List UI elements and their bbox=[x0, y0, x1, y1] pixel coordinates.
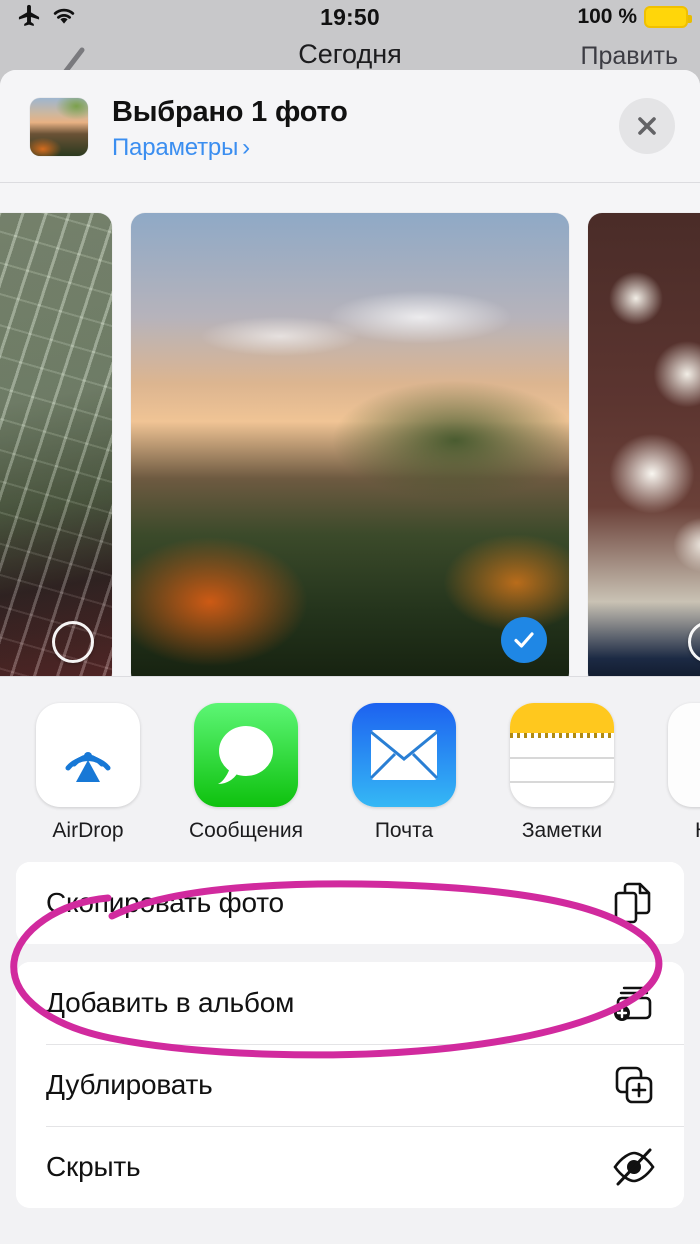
selection-checkmark-selected[interactable] bbox=[501, 617, 547, 663]
notes-line bbox=[510, 757, 614, 759]
action-row-duplicate[interactable]: Дублировать bbox=[16, 1044, 684, 1126]
share-app-airdrop[interactable]: AirDrop bbox=[24, 703, 152, 843]
hide-eye-slash-icon bbox=[610, 1143, 658, 1191]
share-actions: Скопировать фото Добавить в альбом Дубли… bbox=[0, 862, 700, 1208]
thumbnail-image bbox=[30, 98, 88, 156]
status-right-icons: 100 % bbox=[577, 5, 692, 29]
notes-line bbox=[510, 781, 614, 783]
envelope-glyph bbox=[369, 730, 439, 780]
action-group-copy: Скопировать фото bbox=[16, 862, 684, 944]
share-app-label: Заметки bbox=[521, 819, 603, 842]
share-app-label: Сообщения bbox=[189, 819, 303, 842]
photo-image bbox=[131, 213, 569, 687]
edit-button[interactable]: Править bbox=[581, 42, 679, 71]
airdrop-icon bbox=[36, 703, 140, 807]
options-label: Параметры bbox=[112, 134, 239, 161]
duplicate-icon bbox=[610, 1061, 658, 1109]
share-app-messages[interactable]: Сообщения bbox=[182, 703, 310, 843]
copy-icon bbox=[610, 879, 658, 927]
options-link[interactable]: Параметры › bbox=[112, 134, 250, 162]
photo-white-blossom[interactable] bbox=[588, 213, 700, 687]
battery-percent-label: 100 % bbox=[577, 5, 637, 28]
photo-city-sunset[interactable] bbox=[131, 213, 569, 687]
notes-header-strip bbox=[510, 703, 614, 733]
share-sheet-header: Выбрано 1 фото Параметры › bbox=[0, 70, 700, 183]
add-to-album-icon bbox=[610, 979, 658, 1027]
share-app-label: Напо bbox=[695, 819, 700, 843]
reminders-icon bbox=[668, 703, 700, 807]
action-row-hide[interactable]: Скрыть bbox=[16, 1126, 684, 1208]
action-row-add-to-album[interactable]: Добавить в альбом bbox=[16, 962, 684, 1044]
chevron-right-icon: › bbox=[242, 134, 250, 161]
airdrop-glyph bbox=[65, 752, 111, 782]
share-sheet-title: Выбрано 1 фото bbox=[112, 96, 348, 128]
action-label: Скопировать фото bbox=[46, 887, 284, 918]
messages-icon bbox=[194, 703, 298, 807]
mail-icon bbox=[352, 703, 456, 807]
selected-photo-thumbnail[interactable] bbox=[30, 98, 88, 156]
photo-glass-roof[interactable] bbox=[0, 213, 112, 687]
close-button[interactable] bbox=[619, 98, 675, 154]
photo-carousel[interactable] bbox=[0, 183, 700, 687]
action-label: Добавить в альбом bbox=[46, 987, 295, 1018]
action-group-main: Добавить в альбом Дублировать Скрыть bbox=[16, 962, 684, 1208]
eye-slash-glyph bbox=[613, 1148, 655, 1186]
add-to-album-glyph bbox=[614, 986, 652, 1021]
battery-icon bbox=[644, 6, 692, 28]
speech-bubble-glyph bbox=[218, 726, 273, 784]
share-app-label: Почта bbox=[374, 819, 434, 842]
notes-icon bbox=[510, 703, 614, 807]
share-apps-row[interactable]: AirDrop Сообщения Почта Заметки bbox=[0, 677, 700, 862]
iphone-screen: Сегодня Править 19:50 100 % Выбрано 1 фо… bbox=[0, 0, 700, 1244]
share-sheet: Выбрано 1 фото Параметры › AirDrop Сообщ… bbox=[0, 70, 700, 1244]
share-app-reminders[interactable]: Напо bbox=[656, 703, 700, 843]
status-bar: 19:50 100 % bbox=[0, 0, 700, 36]
share-app-label: AirDrop bbox=[52, 819, 124, 842]
action-row-copy-photo[interactable]: Скопировать фото bbox=[16, 862, 684, 944]
checkmark-icon bbox=[514, 632, 534, 648]
photo-image bbox=[588, 213, 700, 687]
close-icon bbox=[638, 117, 656, 135]
notes-perforation bbox=[510, 733, 614, 738]
action-label: Дублировать bbox=[46, 1069, 213, 1100]
share-app-mail[interactable]: Почта bbox=[340, 703, 468, 843]
share-app-notes[interactable]: Заметки bbox=[498, 703, 626, 843]
photo-image bbox=[0, 213, 112, 687]
duplicate-glyph bbox=[615, 1066, 653, 1104]
action-label: Скрыть bbox=[46, 1151, 141, 1182]
selection-circle-unselected[interactable] bbox=[52, 621, 94, 663]
copy-glyph bbox=[614, 882, 651, 924]
